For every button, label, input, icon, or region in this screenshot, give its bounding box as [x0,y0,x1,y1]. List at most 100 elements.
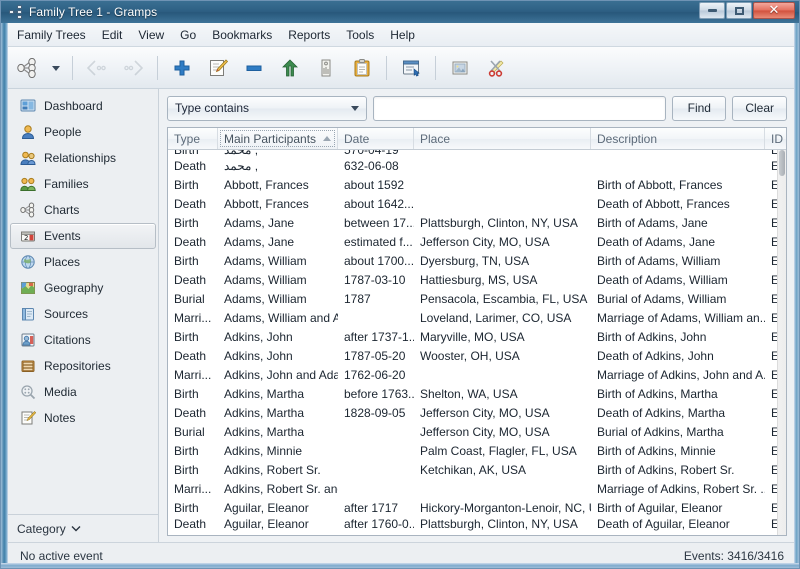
sidebar-item-geography[interactable]: Geography [10,275,156,301]
media-image-icon[interactable] [443,51,477,85]
cell-desc: Birth of Adkins, Robert Sr. [597,463,735,477]
table-row[interactable]: Death Adams, William 1787-03-10 Hattiesburg… [168,271,786,290]
cell-desc: Burial of Adams, William [597,292,727,306]
reports-icon[interactable] [394,51,428,85]
menu-edit[interactable]: Edit [94,25,131,45]
tag-icon[interactable] [309,51,343,85]
table-body[interactable]: Birthمحمد ,570-04-19E3403 Death محمد , 632-… [168,150,786,535]
chevron-down-icon [351,105,359,111]
sidebar-item-families[interactable]: Families [10,171,156,197]
table-row[interactable]: Burial Adams, William 1787 Pensacola, Escam… [168,290,786,309]
table-row[interactable]: Death Adkins, Martha 1828-09-05 Jefferson C… [168,404,786,423]
person-icon [20,124,36,140]
sidebar-item-charts[interactable]: Charts [10,197,156,223]
cell-type: Birth [174,463,199,477]
scissors-icon[interactable] [479,51,513,85]
menu-reports[interactable]: Reports [280,25,338,45]
table-row[interactable]: Marri... Adams, William and A... Loveland,… [168,309,786,328]
menu-view[interactable]: View [130,25,172,45]
cell-place: Loveland, Larimer, CO, USA [420,311,572,325]
sidebar-item-places[interactable]: Places [10,249,156,275]
table-row[interactable]: Death Abbott, Frances about 1642... Death o… [168,195,786,214]
cell-desc: Birth of Adams, William [597,254,721,268]
cell-part: Adkins, Martha [224,425,305,439]
clipboard-icon[interactable] [345,51,379,85]
cell-type: Birth [174,216,199,230]
cell-desc: Birth of Abbott, Frances [597,178,723,192]
table-row[interactable]: Birth Adkins, Minnie Palm Coast, Flagler, … [168,442,786,461]
table-row[interactable]: Birth Adams, William about 1700... Dyersbur… [168,252,786,271]
family-tree-icon[interactable] [11,51,45,85]
cell-type: Death [174,406,207,420]
table-row[interactable]: Birth Adkins, Martha before 1763... Shelton… [168,385,786,404]
cell-place: Shelton, WA, USA [420,387,518,401]
find-button[interactable]: Find [672,95,727,121]
sidebar-item-citations[interactable]: Citations [10,327,156,353]
column-header-main-participants[interactable]: Main Participants [218,128,338,149]
sidebar-item-repositories[interactable]: Repositories [10,353,156,379]
cell-place: Plattsburgh, Clinton, NY, USA [420,517,578,531]
table-row[interactable]: Birth Adkins, John after 1737-1... Maryvill… [168,328,786,347]
filter-type-value: Type contains [175,101,250,115]
remove-minus-icon[interactable] [237,51,271,85]
table-row[interactable]: Marri... Adkins, Robert Sr. and ... Marria… [168,480,786,499]
search-input[interactable] [373,95,667,121]
merge-arrow-icon[interactable] [273,51,307,85]
table-row[interactable]: Burial Adkins, Martha Jefferson City, MO, … [168,423,786,442]
column-header-description[interactable]: Description [591,128,765,149]
filter-type-select[interactable]: Type contains [167,95,367,121]
table-row[interactable]: Birthمحمد ,570-04-19E3403 [168,150,786,157]
sidebar-item-dashboard[interactable]: Dashboard [10,93,156,119]
chevron-down-icon[interactable] [47,51,65,85]
forward-arrow-icon[interactable] [116,51,150,85]
sidebar-item-media[interactable]: Media [10,379,156,405]
cell-place: Hattiesburg, MS, USA [420,273,538,287]
column-header-type[interactable]: Type [168,128,218,149]
cell-type: Marri... [174,368,212,382]
sidebar-item-label: Repositories [44,359,111,373]
family-tree-icon [9,5,23,19]
table-row[interactable]: Marri... Adkins, John and Ada... 1762-06-2… [168,366,786,385]
table-vertical-scrollbar[interactable] [777,150,786,535]
close-button[interactable]: ✕ [753,2,795,19]
sidebar-item-label: Citations [44,333,91,347]
toolbar-separator-2 [157,55,158,80]
sidebar-item-events[interactable]: 2 Events [10,223,156,249]
add-plus-icon[interactable] [165,51,199,85]
sidebar-item-sources[interactable]: Sources [10,301,156,327]
column-header-date[interactable]: Date [338,128,414,149]
menu-tools[interactable]: Tools [338,25,382,45]
column-header-id[interactable]: ID [765,128,786,149]
scrollbar-thumb[interactable] [779,150,785,176]
sidebar-item-relationships[interactable]: Relationships [10,145,156,171]
edit-pencil-icon[interactable] [201,51,235,85]
clear-button[interactable]: Clear [732,95,787,121]
column-header-place[interactable]: Place [414,128,591,149]
table-row[interactable]: Death Aguilar, Eleanor after 1760-0... Plat… [168,517,786,531]
repositories-icon [20,358,36,374]
cell-type: Birth [174,387,199,401]
menu-bookmarks[interactable]: Bookmarks [204,25,280,45]
maximize-button[interactable] [726,2,752,19]
table-row[interactable]: Death Adkins, John 1787-05-20 Wooster, OH, … [168,347,786,366]
category-selector[interactable]: Category [8,514,158,542]
sidebar-item-label: Families [44,177,89,191]
menu-go[interactable]: Go [172,25,204,45]
sidebar-item-people[interactable]: People [10,119,156,145]
minimize-button[interactable] [699,2,725,19]
table-row[interactable]: Death Adams, Jane estimated f... Jefferson … [168,233,786,252]
table-row[interactable]: Birth Adams, Jane between 17... Plattsburgh… [168,214,786,233]
sidebar-item-label: Events [44,229,81,243]
menu-family-trees[interactable]: Family Trees [9,25,94,45]
families-icon [20,176,36,192]
cell-desc: Death of Aguilar, Eleanor [597,517,730,531]
cell-part: Adams, William [224,292,307,306]
back-arrow-icon[interactable] [80,51,114,85]
cell-type: Marri... [174,311,212,325]
table-row[interactable]: Birth Abbott, Frances about 1592 Birth of A… [168,176,786,195]
table-row[interactable]: Deathمحمد ,632-06-08E3404 [168,157,786,176]
menu-help[interactable]: Help [382,25,423,45]
table-row[interactable]: Birth Adkins, Robert Sr. Ketchikan, AK, US… [168,461,786,480]
category-label: Category [17,521,66,536]
sidebar-item-notes[interactable]: Notes [10,405,156,431]
